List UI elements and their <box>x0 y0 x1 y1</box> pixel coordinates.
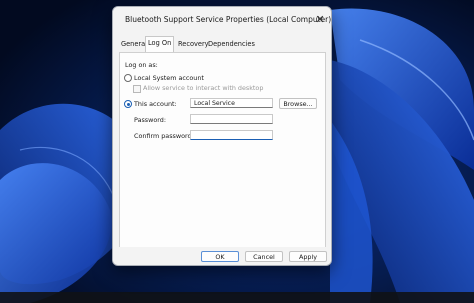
password-input[interactable] <box>190 114 273 124</box>
log-on-as-label: Log on as: <box>125 61 158 69</box>
title-bar[interactable]: Bluetooth Support Service Properties (Lo… <box>113 7 331 33</box>
local-system-label[interactable]: Local System account <box>134 74 204 82</box>
this-account-label[interactable]: This account: <box>134 100 177 108</box>
apply-button[interactable]: Apply <box>289 251 327 262</box>
ok-button[interactable]: OK <box>201 251 239 262</box>
browse-button[interactable]: Browse... <box>279 98 317 109</box>
dialog-title: Bluetooth Support Service Properties (Lo… <box>125 15 332 24</box>
log-on-panel: Log on as: Local System account Allow se… <box>119 52 326 249</box>
account-input[interactable]: Local Service <box>190 98 273 108</box>
service-properties-dialog: Bluetooth Support Service Properties (Lo… <box>112 6 332 266</box>
confirm-password-input[interactable] <box>190 130 273 140</box>
cancel-button[interactable]: Cancel <box>245 251 283 262</box>
tab-dependencies[interactable]: Dependencies <box>206 38 257 51</box>
this-account-radio[interactable] <box>124 100 132 108</box>
confirm-password-label: Confirm password: <box>134 132 194 140</box>
tab-log-on[interactable]: Log On <box>145 36 175 52</box>
dialog-footer: OK Cancel Apply <box>113 247 331 265</box>
allow-interact-checkbox <box>133 85 141 93</box>
allow-interact-label: Allow service to interact with desktop <box>143 84 264 92</box>
password-label: Password: <box>134 116 167 124</box>
local-system-radio[interactable] <box>124 74 132 82</box>
close-icon[interactable]: ✕ <box>311 10 329 30</box>
